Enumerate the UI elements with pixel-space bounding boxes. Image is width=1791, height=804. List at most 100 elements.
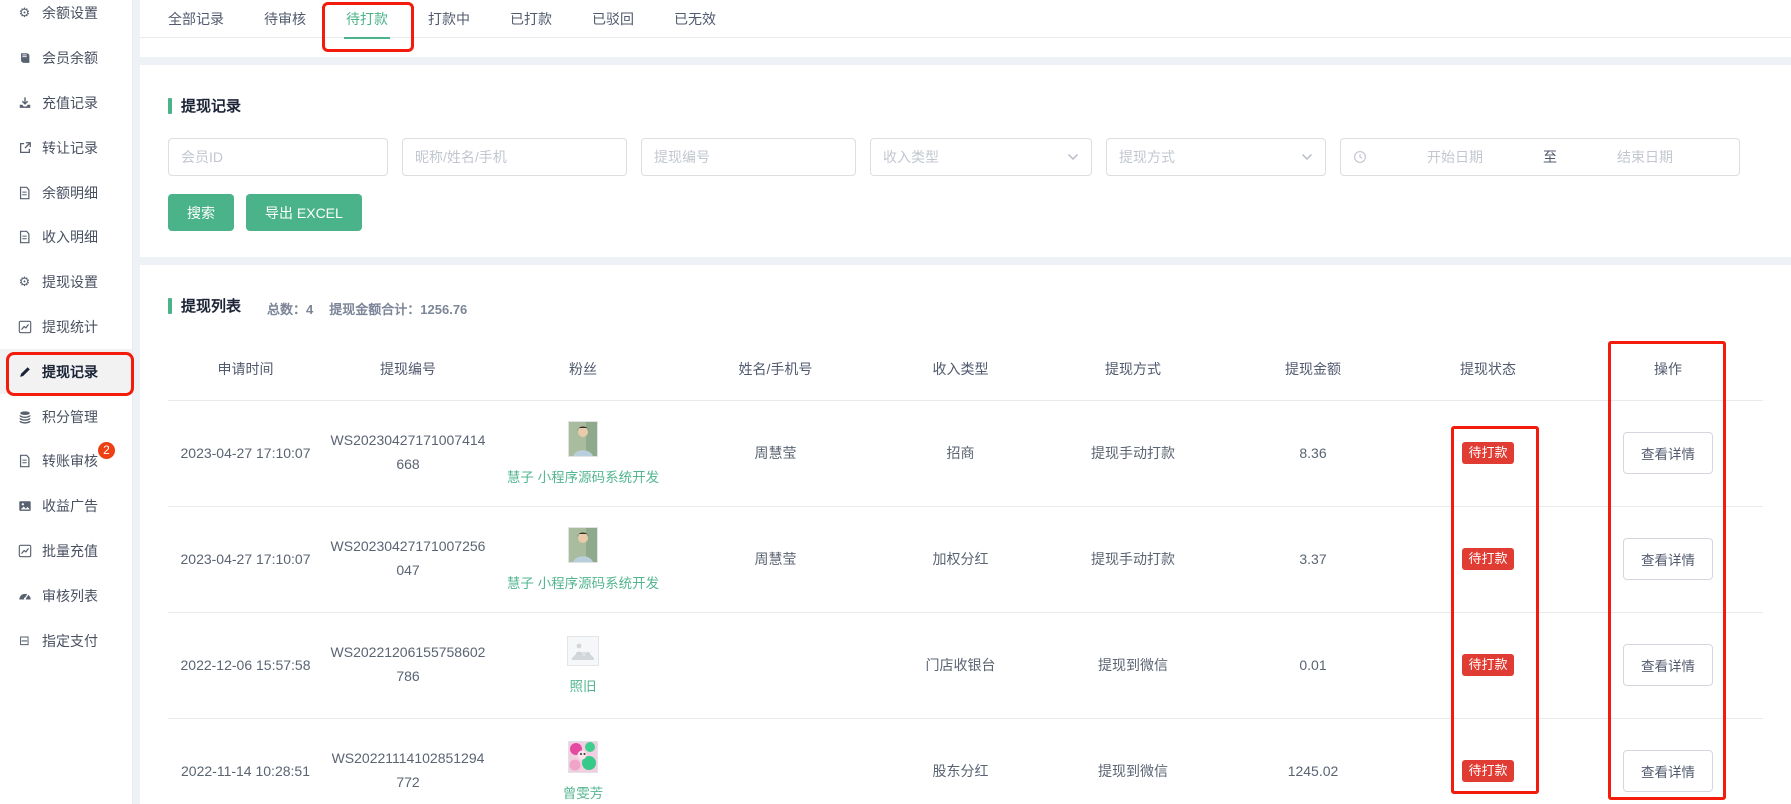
table-header-row: 申请时间 提现编号 粉丝 姓名/手机号 收入类型 提现方式 提现金额 提现状态 … bbox=[168, 338, 1763, 401]
col-amount: 提现金额 bbox=[1223, 338, 1403, 401]
sidebar-item-label: 指定支付 bbox=[42, 631, 98, 651]
sidebar-item-label: 积分管理 bbox=[42, 407, 98, 427]
col-name-phone: 姓名/手机号 bbox=[673, 338, 878, 401]
status-badge: 待打款 bbox=[1462, 442, 1513, 464]
sidebar-item-transfer-review[interactable]: 转账审核 2 bbox=[0, 439, 132, 484]
nickname-input[interactable]: 昵称/姓名/手机 bbox=[402, 138, 627, 176]
col-actions: 操作 bbox=[1573, 338, 1763, 401]
date-range-picker[interactable]: 开始日期 至 结束日期 bbox=[1340, 138, 1740, 176]
export-excel-button[interactable]: 导出 EXCEL bbox=[246, 194, 362, 231]
cell-actions: 查看详情 bbox=[1573, 612, 1763, 718]
cell-withdraw-no: WS20230427171007414668 bbox=[323, 400, 493, 506]
tab-pending-payment[interactable]: 待打款 bbox=[346, 0, 388, 38]
cell-withdraw-no: WS20230427171007256047 bbox=[323, 506, 493, 612]
cell-apply-time: 2023-04-27 17:10:07 bbox=[168, 400, 323, 506]
avatar bbox=[568, 741, 598, 773]
search-panel-title: 提现记录 bbox=[168, 95, 1763, 116]
withdraw-method-select[interactable]: 提现方式 bbox=[1106, 138, 1326, 176]
cell-status: 待打款 bbox=[1403, 400, 1573, 506]
fan-name-link[interactable]: 照旧 bbox=[570, 675, 597, 695]
cell-withdraw-method: 提现到微信 bbox=[1043, 718, 1223, 804]
tab-invalid[interactable]: 已无效 bbox=[674, 0, 716, 38]
sidebar-item-balance-settings[interactable]: ⚙ 余额设置 bbox=[0, 0, 132, 36]
sidebar-menu: ⚙ 余额设置 会员余额 充值记录 转让记录 bbox=[0, 0, 132, 663]
view-detail-button[interactable]: 查看详情 bbox=[1623, 432, 1713, 474]
chart-icon bbox=[16, 320, 33, 334]
list-panel-title: 提现列表 bbox=[168, 295, 241, 316]
fan-name-link[interactable]: 慧子 小程序源码系统开发 bbox=[507, 572, 659, 592]
cell-name-phone: 周慧莹 bbox=[673, 400, 878, 506]
image-icon bbox=[16, 499, 33, 513]
cell-fan: 曾雯芳 bbox=[493, 718, 673, 804]
withdraw-table: 申请时间 提现编号 粉丝 姓名/手机号 收入类型 提现方式 提现金额 提现状态 … bbox=[168, 338, 1763, 804]
green-bar-icon bbox=[168, 298, 172, 314]
cell-amount: 8.36 bbox=[1223, 400, 1403, 506]
member-id-input[interactable]: 会员ID bbox=[168, 138, 388, 176]
book-icon bbox=[16, 51, 33, 65]
status-badge: 待打款 bbox=[1462, 654, 1513, 676]
withdraw-no-input[interactable]: 提现编号 bbox=[641, 138, 856, 176]
cell-amount: 1245.02 bbox=[1223, 718, 1403, 804]
sidebar-item-label: 批量充值 bbox=[42, 541, 98, 561]
external-link-icon bbox=[16, 141, 33, 155]
total-count: 总数：4 bbox=[267, 299, 313, 318]
file-icon bbox=[16, 230, 33, 244]
sidebar-item-withdraw-records[interactable]: 提现记录 bbox=[0, 349, 132, 394]
pencil-icon bbox=[16, 365, 33, 379]
sidebar-item-income-detail[interactable]: 收入明细 bbox=[0, 215, 132, 260]
withdraw-method-placeholder: 提现方式 bbox=[1119, 147, 1175, 167]
sidebar-item-balance-detail[interactable]: 余额明细 bbox=[0, 170, 132, 215]
table-row: 2023-04-27 17:10:07 WS202304271710074146… bbox=[168, 400, 1763, 506]
tab-paying[interactable]: 打款中 bbox=[428, 0, 470, 38]
cell-income-type: 股东分红 bbox=[878, 718, 1043, 804]
sidebar-item-designated-payment[interactable]: ⊟ 指定支付 bbox=[0, 618, 132, 663]
sidebar-item-points-management[interactable]: 积分管理 bbox=[0, 394, 132, 439]
tab-all-records[interactable]: 全部记录 bbox=[168, 0, 224, 38]
sidebar-item-label: 提现设置 bbox=[42, 272, 98, 292]
sidebar-item-label: 充值记录 bbox=[42, 93, 98, 113]
view-detail-button[interactable]: 查看详情 bbox=[1623, 750, 1713, 792]
view-detail-button[interactable]: 查看详情 bbox=[1623, 644, 1713, 686]
main-content: 全部记录 待审核 待打款 打款中 已打款 已驳回 已无效 提现记录 会员ID 昵… bbox=[140, 0, 1791, 804]
cell-withdraw-method: 提现手动打款 bbox=[1043, 400, 1223, 506]
cell-name-phone: 周慧莹 bbox=[673, 506, 878, 612]
sidebar-item-withdraw-stats[interactable]: 提现统计 bbox=[0, 305, 132, 350]
cell-income-type: 加权分红 bbox=[878, 506, 1043, 612]
end-date-placeholder: 结束日期 bbox=[1563, 147, 1727, 167]
search-button[interactable]: 搜索 bbox=[168, 194, 234, 231]
fan-name-link[interactable]: 慧子 小程序源码系统开发 bbox=[507, 466, 659, 486]
sidebar-item-label: 余额明细 bbox=[42, 183, 98, 203]
sidebar-item-member-balance[interactable]: 会员余额 bbox=[0, 36, 132, 81]
tab-paid[interactable]: 已打款 bbox=[510, 0, 552, 38]
search-panel-title-text: 提现记录 bbox=[181, 95, 241, 116]
tab-rejected[interactable]: 已驳回 bbox=[592, 0, 634, 38]
view-detail-button[interactable]: 查看详情 bbox=[1623, 538, 1713, 580]
sidebar-item-batch-recharge[interactable]: 批量充值 bbox=[0, 529, 132, 574]
fan-name-link[interactable]: 曾雯芳 bbox=[563, 782, 604, 802]
gear-icon: ⚙ bbox=[16, 274, 33, 290]
sidebar-item-withdraw-settings[interactable]: ⚙ 提现设置 bbox=[0, 260, 132, 305]
sidebar-item-label: 会员余额 bbox=[42, 48, 98, 68]
sidebar-item-recharge-records[interactable]: 充值记录 bbox=[0, 81, 132, 126]
cell-apply-time: 2022-12-06 15:57:58 bbox=[168, 612, 323, 718]
table-row: 2022-12-06 15:57:58 WS202212061557586027… bbox=[168, 612, 1763, 718]
cell-fan: 慧子 小程序源码系统开发 bbox=[493, 506, 673, 612]
file-icon bbox=[16, 186, 33, 200]
cell-withdraw-no: WS20221114102851294772 bbox=[323, 718, 493, 804]
cell-apply-time: 2022-11-14 10:28:51 bbox=[168, 718, 323, 804]
sidebar: ⚙ 余额设置 会员余额 充值记录 转让记录 bbox=[0, 0, 133, 804]
sidebar-item-review-list[interactable]: 审核列表 bbox=[0, 573, 132, 618]
income-type-select[interactable]: 收入类型 bbox=[870, 138, 1092, 176]
sidebar-item-revenue-ads[interactable]: 收益广告 bbox=[0, 484, 132, 529]
sidebar-item-transfer-records[interactable]: 转让记录 bbox=[0, 125, 132, 170]
tab-bar: 全部记录 待审核 待打款 打款中 已打款 已驳回 已无效 bbox=[140, 0, 1791, 57]
avatar-placeholder bbox=[567, 636, 599, 666]
admin-withdraw-page: ⚙ 余额设置 会员余额 充值记录 转让记录 bbox=[0, 0, 1791, 804]
cell-status: 待打款 bbox=[1403, 718, 1573, 804]
tab-pending-review[interactable]: 待审核 bbox=[264, 0, 306, 38]
col-withdraw-method: 提现方式 bbox=[1043, 338, 1223, 401]
cell-actions: 查看详情 bbox=[1573, 718, 1763, 804]
gear-icon: ⚙ bbox=[16, 5, 33, 21]
cell-income-type: 招商 bbox=[878, 400, 1043, 506]
cell-actions: 查看详情 bbox=[1573, 506, 1763, 612]
